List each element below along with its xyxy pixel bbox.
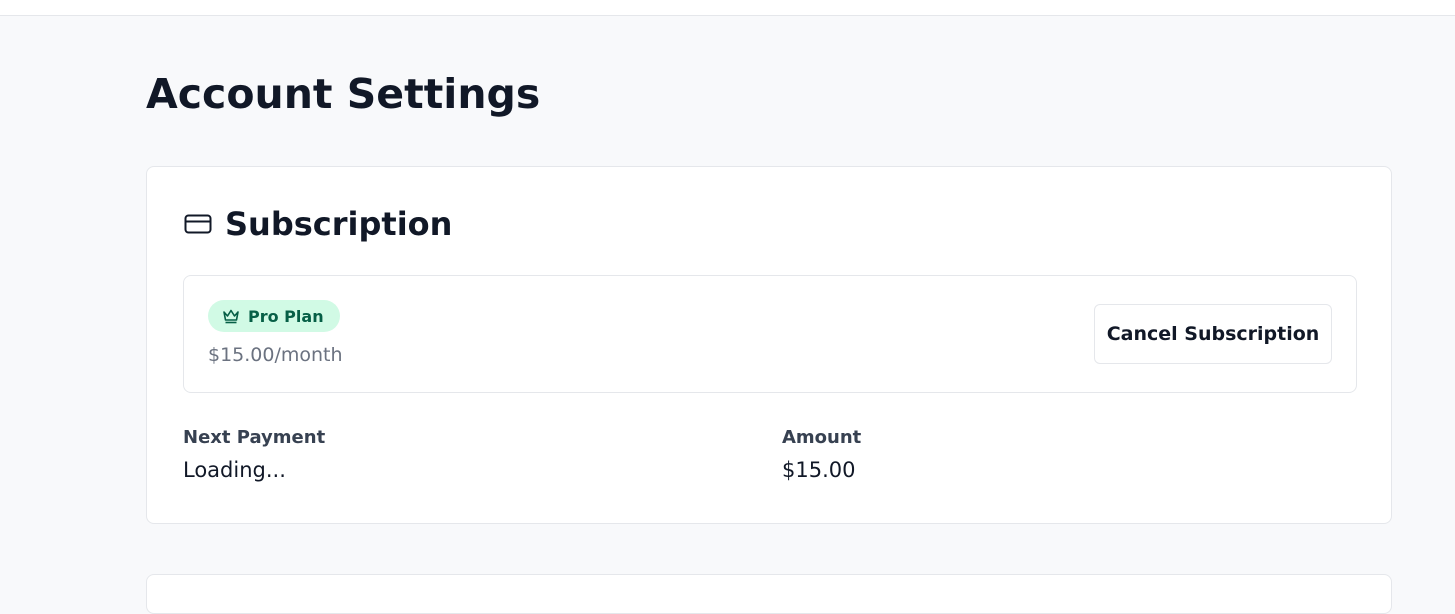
top-bar	[0, 0, 1455, 16]
next-payment-section: Next Payment Loading...	[183, 425, 325, 485]
plan-badge-label: Pro Plan	[248, 306, 324, 326]
plan-price: $15.00/month	[208, 344, 343, 366]
subscription-card: Subscription Pro Plan $15.00/month Cance…	[146, 166, 1392, 524]
crown-icon	[222, 308, 240, 324]
amount-section: Amount $15.00	[782, 425, 861, 485]
next-settings-card	[146, 574, 1392, 614]
next-payment-label: Next Payment	[183, 427, 326, 448]
cancel-subscription-button[interactable]: Cancel Subscription	[1094, 304, 1332, 364]
amount-label: Amount	[782, 427, 862, 448]
subscription-title: Subscription	[225, 205, 453, 243]
page-title: Account Settings	[146, 70, 541, 118]
amount-value: $15.00	[782, 458, 856, 482]
subscription-header: Subscription	[184, 203, 452, 245]
next-payment-value: Loading...	[183, 458, 286, 482]
credit-card-icon	[184, 213, 212, 235]
plan-box: Pro Plan $15.00/month Cancel Subscriptio…	[183, 275, 1357, 393]
plan-badge: Pro Plan	[208, 300, 340, 332]
